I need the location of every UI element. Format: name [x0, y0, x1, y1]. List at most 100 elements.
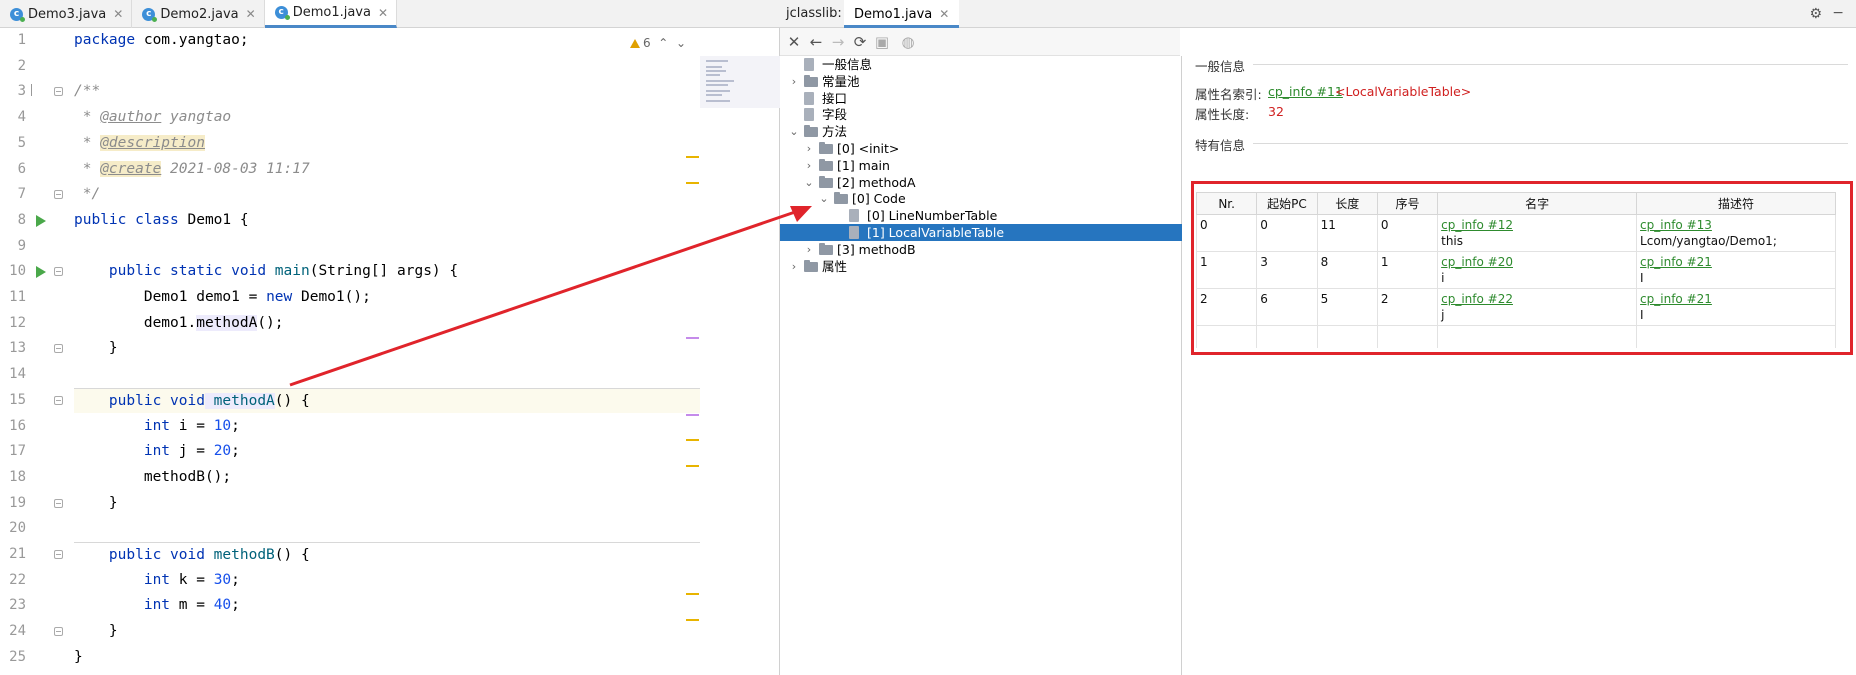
- code-area[interactable]: package com.yangtao; /** * @author yangt…: [74, 28, 700, 675]
- line-number[interactable]: 10: [0, 259, 26, 285]
- run-icon[interactable]: [36, 266, 46, 279]
- fold-icon[interactable]: [54, 267, 63, 277]
- tree-node[interactable]: 一般信息: [780, 56, 1182, 73]
- line-number[interactable]: 5: [0, 131, 26, 157]
- line-number[interactable]: 12: [0, 311, 26, 337]
- warning-marker[interactable]: [686, 156, 699, 158]
- line-number[interactable]: 7: [0, 182, 26, 208]
- warning-marker[interactable]: [686, 593, 699, 595]
- tree-node[interactable]: › [0] <init>: [780, 140, 1182, 157]
- line-number[interactable]: 18: [0, 465, 26, 491]
- fold-icon[interactable]: [54, 627, 63, 637]
- name-index-link[interactable]: cp_info #11: [1268, 84, 1343, 99]
- folder-icon: [804, 259, 818, 272]
- doc-render-icon[interactable]: [31, 84, 41, 97]
- line-number[interactable]: 22: [0, 568, 26, 594]
- tab-demo1-class[interactable]: Demo1.java ✕: [844, 0, 960, 28]
- usage-marker[interactable]: [686, 337, 699, 339]
- tree-node[interactable]: › 属性: [780, 258, 1182, 275]
- line-number[interactable]: 15: [0, 388, 26, 414]
- folder-icon: [804, 125, 818, 138]
- refresh-icon[interactable]: ⟳: [850, 33, 870, 51]
- close-icon[interactable]: ✕: [113, 7, 123, 21]
- fold-icon[interactable]: [54, 87, 63, 97]
- minimap[interactable]: [700, 56, 780, 108]
- tree-node[interactable]: › 常量池: [780, 73, 1182, 90]
- chevron-right-icon[interactable]: ›: [803, 157, 815, 174]
- line-number[interactable]: 6: [0, 157, 26, 183]
- line-number[interactable]: 4: [0, 105, 26, 131]
- line-number[interactable]: 14: [0, 362, 26, 388]
- line-number[interactable]: 23: [0, 593, 26, 619]
- warning-marker[interactable]: [686, 182, 699, 184]
- line-number[interactable]: 2: [0, 54, 26, 80]
- line-number[interactable]: 3: [0, 79, 26, 105]
- tree-node-label: 接口: [822, 90, 848, 106]
- chevron-down-icon[interactable]: ⌄: [803, 174, 815, 191]
- folder-icon: [819, 142, 833, 154]
- close-icon[interactable]: ✕: [939, 7, 949, 21]
- chevron-right-icon[interactable]: ›: [788, 73, 800, 90]
- tree-node[interactable]: › [3] methodB: [780, 241, 1182, 258]
- line-number[interactable]: 16: [0, 414, 26, 440]
- line-number[interactable]: 20: [0, 516, 26, 542]
- code-line-current: public void methodA() {: [74, 387, 700, 414]
- line-number[interactable]: 17: [0, 439, 26, 465]
- code-line: }: [74, 623, 118, 640]
- line-number[interactable]: 21: [0, 542, 26, 568]
- tree-node[interactable]: ⌄ [0] Code: [780, 190, 1182, 207]
- tab-demo2[interactable]: c Demo2.java ✕: [132, 0, 265, 28]
- line-number[interactable]: 8: [0, 208, 26, 234]
- chevron-right-icon[interactable]: ›: [803, 241, 815, 258]
- chevron-down-icon[interactable]: ⌄: [788, 123, 800, 140]
- tree-node[interactable]: 字段: [780, 106, 1182, 123]
- warning-marker[interactable]: [686, 465, 699, 467]
- chevron-right-icon[interactable]: ›: [788, 258, 800, 275]
- tree-node[interactable]: ⌄ 方法: [780, 123, 1182, 140]
- tab-demo3[interactable]: c Demo3.java ✕: [0, 0, 133, 28]
- chevron-down-icon[interactable]: ⌄: [818, 190, 830, 207]
- line-gutter[interactable]: 1 2 3 4 5 6 7 8 9 10 11 12 13 14 15 16 17 18 19 20 21 22 23 24 2…: [0, 28, 70, 675]
- fold-icon[interactable]: [54, 550, 63, 559]
- line-number[interactable]: 1: [0, 28, 26, 54]
- close-icon[interactable]: ✕: [784, 33, 804, 51]
- line-number[interactable]: 24: [0, 619, 26, 645]
- close-icon[interactable]: ✕: [246, 7, 256, 21]
- forward-arrow-icon[interactable]: →: [828, 33, 848, 51]
- run-icon[interactable]: [36, 214, 46, 227]
- fold-icon[interactable]: [54, 344, 63, 354]
- tab-demo1[interactable]: c Demo1.java ✕: [264, 0, 398, 28]
- close-icon[interactable]: ✕: [378, 6, 388, 20]
- globe-icon[interactable]: ◍: [898, 33, 918, 51]
- line-number[interactable]: 13: [0, 336, 26, 362]
- code-line: * @description: [74, 134, 205, 151]
- folder-icon: [819, 242, 833, 255]
- code-line: * @author yangtao: [74, 109, 232, 126]
- fold-icon[interactable]: [54, 498, 63, 508]
- back-arrow-icon[interactable]: ←: [806, 33, 826, 51]
- minimize-icon[interactable]: −: [1832, 5, 1844, 21]
- class-structure-tree[interactable]: 一般信息 › 常量池 接口 字段 ⌄ 方法 › [0] <init> › [1] main ⌄ [2] …: [780, 56, 1182, 675]
- tree-node-label: [0] <init>: [837, 141, 900, 156]
- line-number[interactable]: 25: [0, 645, 26, 671]
- warning-marker[interactable]: [686, 619, 699, 621]
- tree-node[interactable]: [1] LocalVariableTable: [780, 224, 1182, 241]
- tree-node[interactable]: ⌄ [2] methodA: [780, 174, 1182, 191]
- tree-node[interactable]: 接口: [780, 90, 1182, 107]
- save-icon[interactable]: ▣: [872, 33, 892, 51]
- tree-node[interactable]: [0] LineNumberTable: [780, 207, 1182, 224]
- line-number[interactable]: 9: [0, 234, 26, 260]
- java-class-icon: c: [10, 7, 25, 22]
- tree-node-label: 一般信息: [822, 57, 873, 72]
- line-number[interactable]: 11: [0, 285, 26, 311]
- gear-icon[interactable]: ⚙: [1809, 6, 1822, 22]
- fold-icon[interactable]: [54, 395, 63, 405]
- tree-node[interactable]: › [1] main: [780, 157, 1182, 174]
- warning-marker[interactable]: [686, 439, 699, 441]
- code-line: }: [74, 340, 118, 357]
- fold-icon[interactable]: [54, 190, 63, 200]
- line-number[interactable]: 19: [0, 491, 26, 517]
- usage-marker[interactable]: [686, 414, 699, 416]
- code-editor[interactable]: c Demo3.java ✕ c Demo2.java ✕ c Demo1.java ✕ 1…: [0, 0, 780, 675]
- chevron-right-icon[interactable]: ›: [803, 140, 815, 157]
